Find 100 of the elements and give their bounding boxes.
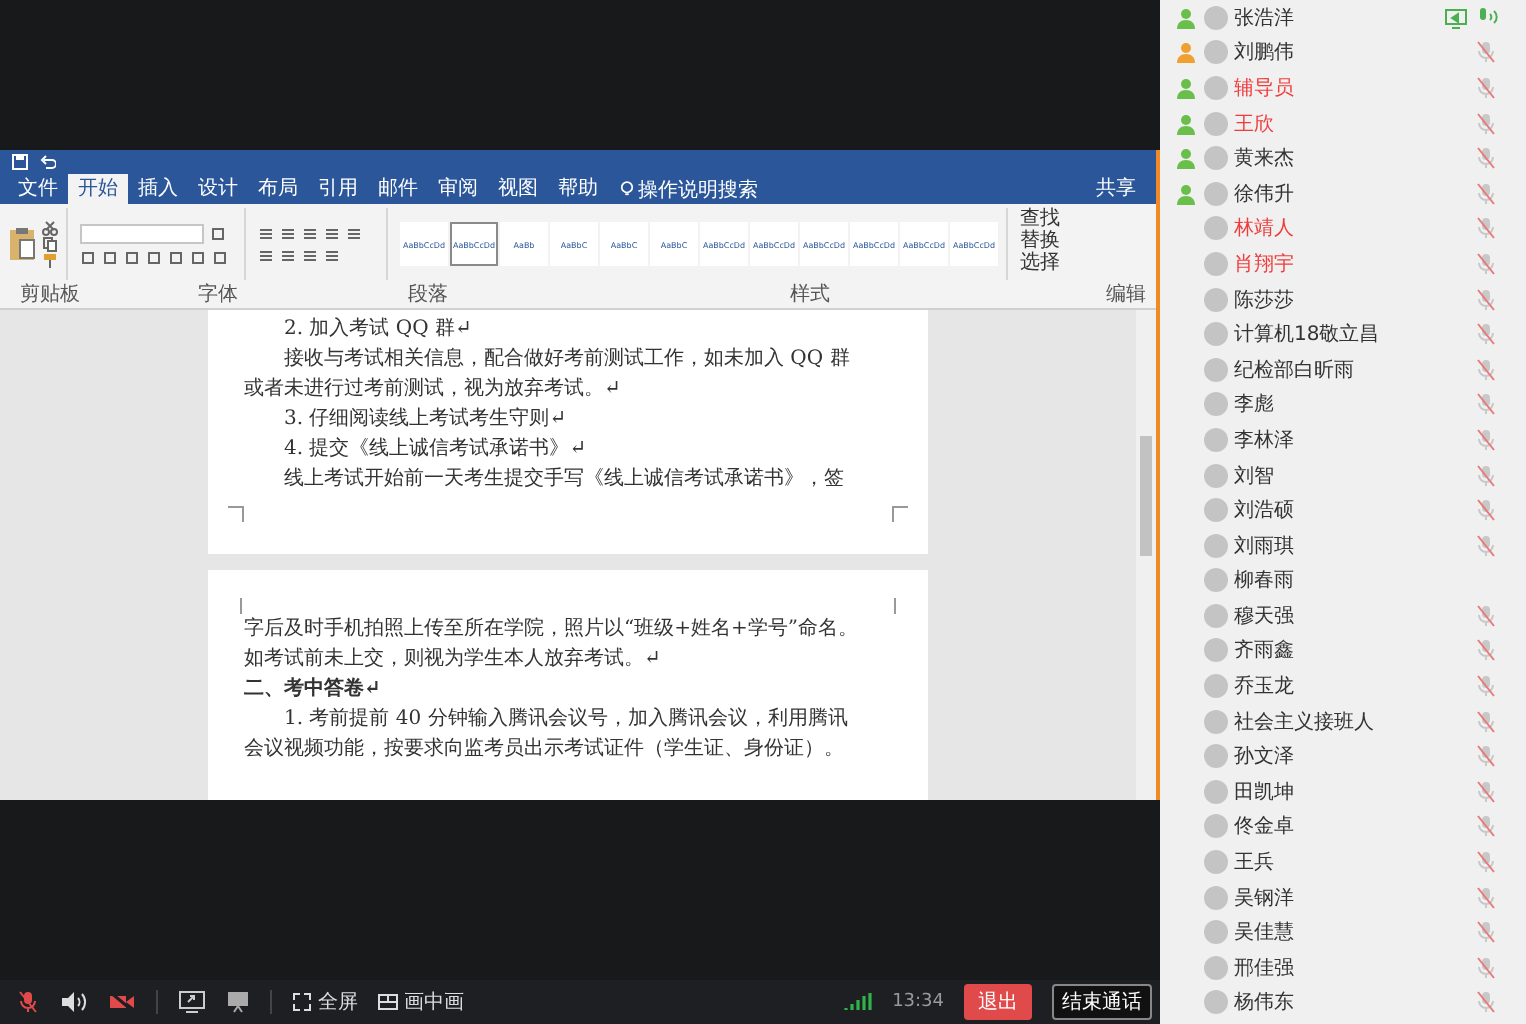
participant-name[interactable]: 黄来杰	[1234, 144, 1294, 173]
screen-share-icon[interactable]	[178, 990, 206, 1014]
avatar	[1204, 287, 1228, 312]
speaker-icon[interactable]	[60, 990, 88, 1014]
cut-icon[interactable]	[42, 220, 58, 236]
muted-microphone-icon[interactable]	[1474, 920, 1498, 945]
copy-icon[interactable]	[42, 236, 58, 252]
fullscreen-button[interactable]: 全屏	[292, 988, 358, 1016]
scrollbar[interactable]	[1136, 310, 1156, 800]
participant-name[interactable]: 齐雨鑫	[1234, 636, 1294, 665]
muted-microphone-icon[interactable]	[1474, 709, 1498, 734]
ribbon-command[interactable]: 选择	[1020, 252, 1060, 274]
participant-name[interactable]: 杨伟东	[1234, 988, 1294, 1017]
avatar	[1204, 357, 1228, 382]
muted-microphone-icon[interactable]	[1474, 779, 1498, 804]
muted-microphone-icon[interactable]	[1474, 75, 1498, 100]
avatar	[1204, 533, 1228, 558]
justify-icon[interactable]	[324, 247, 340, 263]
participant-name[interactable]: 乔玉龙	[1234, 672, 1294, 701]
participant-name[interactable]: 张浩洋	[1234, 3, 1294, 32]
muted-microphone-icon[interactable]	[1474, 392, 1498, 417]
save-icon[interactable]	[12, 154, 28, 170]
avatar	[1204, 603, 1228, 628]
muted-microphone-icon[interactable]	[1474, 463, 1498, 488]
align-right-icon[interactable]	[302, 247, 318, 263]
muted-microphone-icon[interactable]	[1474, 850, 1498, 875]
participant-name[interactable]: 社会主义接班人	[1234, 707, 1374, 736]
avatar	[1204, 463, 1228, 488]
group-label: 段落	[406, 284, 450, 308]
muted-microphone-icon[interactable]	[1474, 814, 1498, 839]
leave-button[interactable]: 退出	[964, 984, 1032, 1020]
participant-name[interactable]: 刘鹏伟	[1234, 38, 1294, 67]
speaking-microphone-icon[interactable]	[1474, 5, 1498, 30]
participant-name[interactable]: 穆天强	[1234, 601, 1294, 630]
ribbon-tab[interactable]: 开始	[68, 174, 128, 204]
ribbon-command[interactable]: 查找	[1020, 208, 1060, 230]
muted-microphone-icon[interactable]	[1474, 498, 1498, 523]
center-icon[interactable]	[280, 247, 296, 263]
muted-microphone-icon[interactable]	[1474, 181, 1498, 206]
muted-microphone-icon[interactable]	[1474, 955, 1498, 980]
participant-name[interactable]: 刘雨琪	[1234, 531, 1294, 560]
share-button[interactable]: 共享	[1084, 174, 1148, 204]
ribbon-command[interactable]: 替换	[1020, 230, 1060, 252]
picture-in-picture-button[interactable]: 画中画	[378, 988, 464, 1016]
muted-microphone-icon[interactable]	[1474, 40, 1498, 65]
muted-microphone-icon[interactable]	[1474, 603, 1498, 628]
participant-name[interactable]: 李彪	[1234, 390, 1274, 419]
muted-microphone-icon[interactable]	[1474, 990, 1498, 1015]
muted-microphone-icon[interactable]	[1474, 885, 1498, 910]
muted-microphone-icon[interactable]	[1474, 111, 1498, 136]
ribbon-tab[interactable]: 视图	[488, 174, 548, 204]
participant-name[interactable]: 佟金卓	[1234, 812, 1294, 841]
ribbon-tab[interactable]: 设计	[188, 174, 248, 204]
muted-microphone-icon[interactable]	[1474, 146, 1498, 171]
participant-name[interactable]: 邢佳强	[1234, 953, 1294, 982]
participant-name[interactable]: 陈莎莎	[1234, 285, 1294, 314]
muted-microphone-icon[interactable]	[1474, 251, 1498, 276]
presenter-icon[interactable]	[226, 990, 250, 1014]
participant-name[interactable]: 王兵	[1234, 848, 1274, 877]
participant-name[interactable]: 柳春雨	[1234, 566, 1294, 595]
ribbon-tab[interactable]: 引用	[308, 174, 368, 204]
participant-name[interactable]: 田凯坤	[1234, 777, 1294, 806]
muted-microphone-icon[interactable]	[1474, 216, 1498, 241]
paste-icon[interactable]	[8, 226, 36, 262]
muted-microphone-icon[interactable]	[16, 990, 40, 1014]
end-call-button[interactable]: 结束通话	[1052, 984, 1152, 1020]
ribbon-tab[interactable]: 文件	[8, 174, 68, 204]
participant-name[interactable]: 吴钢洋	[1234, 883, 1294, 912]
participant-name[interactable]: 纪检部白昕雨	[1234, 355, 1354, 384]
font-field[interactable]	[80, 223, 204, 243]
muted-microphone-icon[interactable]	[1474, 322, 1498, 347]
participant-name[interactable]: 李林泽	[1234, 425, 1294, 454]
avatar	[1204, 251, 1228, 276]
ribbon-tab[interactable]: 插入	[128, 174, 188, 204]
ribbon-tab[interactable]: 邮件	[368, 174, 428, 204]
call-time: 13:34	[892, 992, 944, 1012]
participant-name[interactable]: 刘浩硕	[1234, 496, 1294, 525]
muted-microphone-icon[interactable]	[1474, 427, 1498, 452]
camera-off-icon[interactable]	[108, 990, 136, 1014]
avatar	[1204, 674, 1228, 699]
tell-me-search[interactable]: 操作说明搜索	[638, 175, 758, 203]
ribbon-tab[interactable]: 帮助	[548, 174, 608, 204]
align-left-icon[interactable]	[258, 247, 274, 263]
ribbon-tab[interactable]: 审阅	[428, 174, 488, 204]
muted-microphone-icon[interactable]	[1474, 357, 1498, 382]
muted-microphone-icon[interactable]	[1474, 533, 1498, 558]
format-painter-icon[interactable]	[42, 252, 58, 268]
participant-name[interactable]: 吴佳慧	[1234, 918, 1294, 947]
undo-icon[interactable]	[40, 154, 56, 170]
muted-microphone-icon[interactable]	[1474, 287, 1498, 312]
ribbon-tab[interactable]: 布局	[248, 174, 308, 204]
document-paragraph: 线上考试开始前一天考生提交手写《线上诚信考试承诺书》，签	[282, 465, 846, 494]
participant-name[interactable]: 刘智	[1234, 461, 1274, 490]
muted-microphone-icon[interactable]	[1474, 744, 1498, 769]
participant-name[interactable]: 徐伟升	[1234, 179, 1294, 208]
muted-microphone-icon[interactable]	[1474, 638, 1498, 663]
muted-microphone-icon[interactable]	[1474, 674, 1498, 699]
avatar	[1204, 111, 1228, 136]
participant-name[interactable]: 孙文泽	[1234, 742, 1294, 771]
participant-name[interactable]: 计算机18敬立昌	[1234, 320, 1380, 349]
